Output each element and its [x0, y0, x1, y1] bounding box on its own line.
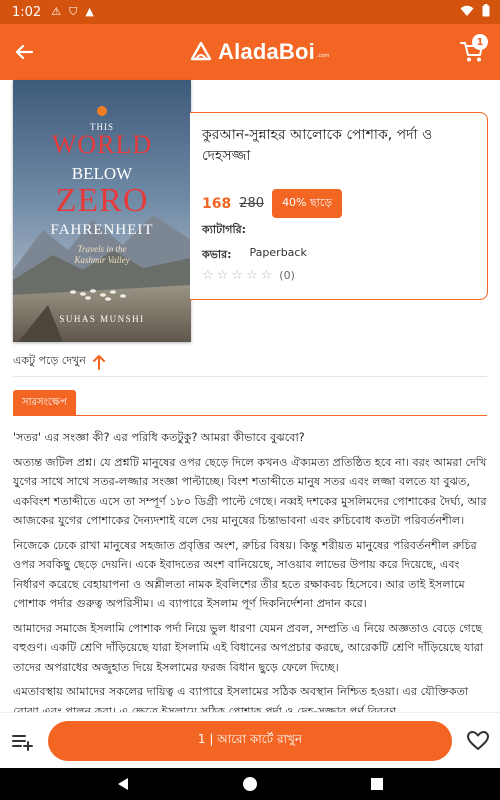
add-to-cart-button[interactable]: 1 | আরো কার্টে রাখুন — [48, 721, 452, 761]
star-icon: ☆ — [260, 268, 273, 283]
notification-icons: ⚠ ⛉ ▲ — [51, 5, 94, 19]
add-to-cart-label: 1 | আরো কার্টে রাখুন — [197, 732, 303, 746]
app-logo: AladaBoi .com — [190, 34, 329, 70]
cover-subtitle-line2: Kashmir Valley — [74, 255, 130, 265]
arrow-left-icon — [15, 44, 33, 60]
back-button[interactable] — [0, 24, 48, 80]
price-current: 168 — [202, 195, 232, 212]
price-original: 280 — [239, 196, 265, 211]
discount-badge: 40% ছাড়ে — [272, 189, 343, 218]
nav-recents-icon — [370, 778, 383, 790]
cover-title-line4: ZERO — [55, 182, 149, 219]
playlist-add-icon — [12, 735, 33, 751]
shield-icon: ⛉ — [69, 5, 78, 18]
cover-type-label: কভার: — [202, 248, 232, 261]
book-cover-image[interactable]: THIS WORLD BELOW ZERO FAHRENHEIT Travels… — [13, 80, 191, 342]
logo-text: AladaBoi — [218, 39, 315, 64]
cover-title-line2: WORLD — [51, 130, 153, 159]
nav-back-button[interactable] — [113, 774, 133, 794]
cover-type-value: Paperback — [249, 246, 307, 259]
cover-title-line5: FAHRENHEIT — [50, 222, 154, 238]
nav-home-icon — [242, 777, 257, 791]
heart-icon — [467, 731, 489, 750]
category-label: ক্যাটাগরি: — [202, 223, 247, 236]
cart-count-badge: 1 — [472, 34, 488, 50]
summary-paragraph: এমতাবস্থায় আমাদের সকলের দায়িত্ব এ ব্যা… — [13, 685, 469, 712]
arrow-up-icon — [92, 354, 105, 370]
status-bar: 1:02 ⚠ ⛉ ▲ — [0, 0, 500, 24]
book-title: কুরআন-সুন্নাহর আলোকে পোশাক, পর্দা ও দেহস… — [202, 127, 433, 164]
star-icon: ☆ — [216, 268, 229, 283]
star-icon: ☆ — [231, 268, 243, 283]
battery-icon — [482, 4, 490, 20]
summary-text: 'সতর' এর সংজ্ঞা কী? এর পরিধি কতটুকু? আমর… — [13, 428, 489, 712]
nav-home-button[interactable] — [240, 774, 260, 794]
summary-paragraph: নিজেকে ঢেকে রাখা মানুষের সহজাত প্রবৃত্তি… — [13, 538, 477, 611]
publisher-logo-icon — [97, 106, 107, 116]
cover-author: SUHAS MUNSHI — [59, 314, 145, 324]
cover-type-row: কভার: Paperback — [202, 246, 307, 265]
rating-stars[interactable]: ☆ ☆ ☆ ☆ ☆ (0) — [202, 268, 295, 283]
system-nav-bar — [0, 768, 500, 800]
bottom-action-bar: 1 | আরো কার্টে রাখুন — [0, 712, 500, 768]
warning-icon: ⚠ — [51, 5, 62, 18]
read-preview-label: একটু পড়ে দেখুন — [13, 354, 86, 367]
summary-paragraph: অত্যন্ত জটিল প্রশ্ন। যে প্রশ্নটি মানুষের… — [13, 455, 487, 528]
status-time: 1:02 — [12, 4, 42, 20]
cover-subtitle-line1: Travels in the — [77, 244, 127, 254]
tab-summary[interactable]: সারসংক্ষেপ — [13, 390, 76, 416]
wishlist-button[interactable] — [466, 729, 490, 753]
logo-mark-icon — [190, 41, 212, 61]
star-icon: ☆ — [202, 268, 214, 283]
triangle-icon: ▲ — [85, 5, 94, 18]
read-preview-link[interactable]: একটু পড়ে দেখুন — [13, 352, 106, 371]
app-bar: AladaBoi .com 1 — [0, 24, 500, 80]
summary-paragraph: আমাদের সমাজে ইসলামি পোশাক পর্দা নিয়ে ভু… — [13, 621, 484, 674]
cart-button[interactable]: 1 — [454, 32, 490, 72]
summary-paragraph: 'সতর' এর সংজ্ঞা কী? এর পরিধি কতটুকু? আমর… — [13, 431, 305, 444]
nav-recents-button[interactable] — [367, 774, 387, 794]
logo-suffix: .com — [316, 53, 330, 59]
nav-back-icon — [118, 778, 129, 790]
star-icon: ☆ — [245, 268, 258, 283]
add-to-list-button[interactable] — [10, 729, 34, 753]
book-info-card: কুরআন-সুন্নাহর আলোকে পোশাক, পর্দা ও দেহস… — [190, 112, 488, 300]
cover-title-line3: BELOW — [71, 164, 133, 183]
rating-count: (0) — [279, 269, 295, 282]
wifi-icon — [460, 5, 474, 20]
price-row: 168 280 40% ছাড়ে — [202, 189, 343, 218]
section-tabs: সারসংক্ষেপ — [13, 390, 487, 416]
divider — [13, 376, 487, 377]
system-icons — [460, 4, 490, 20]
